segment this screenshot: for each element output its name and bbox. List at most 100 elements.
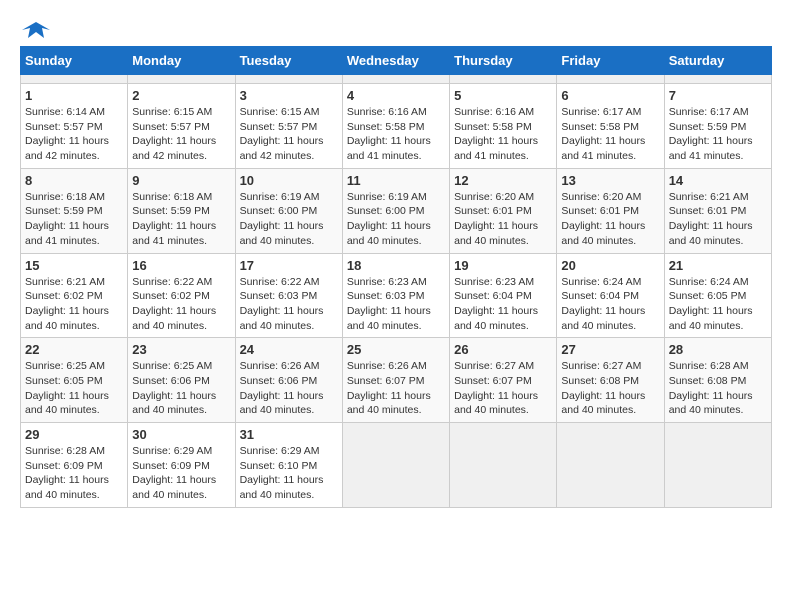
day-of-week-header: Friday: [557, 47, 664, 75]
day-of-week-header: Tuesday: [235, 47, 342, 75]
day-info: Sunrise: 6:23 AMSunset: 6:03 PMDaylight:…: [347, 275, 445, 334]
day-info: Sunrise: 6:26 AMSunset: 6:06 PMDaylight:…: [240, 359, 338, 418]
calendar-day-cell: 9Sunrise: 6:18 AMSunset: 5:59 PMDaylight…: [128, 168, 235, 253]
calendar-table: SundayMondayTuesdayWednesdayThursdayFrid…: [20, 46, 772, 508]
calendar-day-cell: 11 Sunrise: 6:19 AMSunset: 6:00 PMDayligh…: [342, 168, 449, 253]
calendar-day-cell: 20 Sunrise: 6:24 AMSunset: 6:04 PMDayligh…: [557, 253, 664, 338]
day-number: 24: [240, 342, 338, 357]
day-info: Sunrise: 6:29 AMSunset: 6:10 PMDaylight:…: [240, 444, 338, 503]
calendar-week-row: 8 Sunrise: 6:18 AMSunset: 5:59 PMDaylight…: [21, 168, 772, 253]
day-info: Sunrise: 6:18 AMSunset: 5:59 PMDaylight:…: [132, 190, 230, 249]
day-info: Sunrise: 6:28 AMSunset: 6:08 PMDaylight:…: [669, 359, 767, 418]
calendar-day-cell: [557, 423, 664, 508]
day-of-week-header: Saturday: [664, 47, 771, 75]
day-number: 15: [25, 258, 123, 273]
day-info: Sunrise: 6:23 AMSunset: 6:04 PMDaylight:…: [454, 275, 552, 334]
calendar-day-cell: 7 Sunrise: 6:17 AMSunset: 5:59 PMDaylight…: [664, 84, 771, 169]
day-info: Sunrise: 6:25 AMSunset: 6:05 PMDaylight:…: [25, 359, 123, 418]
day-info: Sunrise: 6:19 AMSunset: 6:00 PMDaylight:…: [347, 190, 445, 249]
logo: [20, 20, 50, 36]
day-number: 11: [347, 173, 445, 188]
calendar-week-row: [21, 75, 772, 84]
day-number: 6: [561, 88, 659, 103]
day-of-week-header: Thursday: [450, 47, 557, 75]
calendar-day-cell: [21, 75, 128, 84]
calendar-day-cell: 5Sunrise: 6:16 AMSunset: 5:58 PMDaylight…: [450, 84, 557, 169]
day-info: Sunrise: 6:19 AMSunset: 6:00 PMDaylight:…: [240, 190, 338, 249]
calendar-day-cell: [128, 75, 235, 84]
day-number: 7: [669, 88, 767, 103]
calendar-day-cell: 23Sunrise: 6:25 AMSunset: 6:06 PMDayligh…: [128, 338, 235, 423]
day-of-week-header: Monday: [128, 47, 235, 75]
calendar-day-cell: 22 Sunrise: 6:25 AMSunset: 6:05 PMDayligh…: [21, 338, 128, 423]
day-of-week-header: Wednesday: [342, 47, 449, 75]
calendar-day-cell: 27Sunrise: 6:27 AMSunset: 6:08 PMDayligh…: [557, 338, 664, 423]
day-info: Sunrise: 6:21 AMSunset: 6:02 PMDaylight:…: [25, 275, 123, 334]
day-number: 21: [669, 258, 767, 273]
calendar-week-row: 15 Sunrise: 6:21 AMSunset: 6:02 PMDayligh…: [21, 253, 772, 338]
page-header: [20, 20, 772, 36]
calendar-day-cell: [664, 75, 771, 84]
day-info: Sunrise: 6:16 AMSunset: 5:58 PMDaylight:…: [347, 105, 445, 164]
day-info: Sunrise: 6:26 AMSunset: 6:07 PMDaylight:…: [347, 359, 445, 418]
calendar-day-cell: [450, 423, 557, 508]
day-number: 22: [25, 342, 123, 357]
day-info: Sunrise: 6:22 AMSunset: 6:03 PMDaylight:…: [240, 275, 338, 334]
day-number: 13: [561, 173, 659, 188]
calendar-day-cell: 21Sunrise: 6:24 AMSunset: 6:05 PMDayligh…: [664, 253, 771, 338]
day-info: Sunrise: 6:15 AMSunset: 5:57 PMDaylight:…: [240, 105, 338, 164]
day-info: Sunrise: 6:17 AMSunset: 5:58 PMDaylight:…: [561, 105, 659, 164]
day-number: 1: [25, 88, 123, 103]
calendar-day-cell: 2 Sunrise: 6:15 AMSunset: 5:57 PMDaylight…: [128, 84, 235, 169]
day-of-week-header: Sunday: [21, 47, 128, 75]
day-info: Sunrise: 6:22 AMSunset: 6:02 PMDaylight:…: [132, 275, 230, 334]
calendar-day-cell: 1Sunrise: 6:14 AMSunset: 5:57 PMDaylight…: [21, 84, 128, 169]
day-number: 31: [240, 427, 338, 442]
day-info: Sunrise: 6:27 AMSunset: 6:08 PMDaylight:…: [561, 359, 659, 418]
calendar-day-cell: 19 Sunrise: 6:23 AMSunset: 6:04 PMDayligh…: [450, 253, 557, 338]
calendar-day-cell: [557, 75, 664, 84]
calendar-day-cell: 29 Sunrise: 6:28 AMSunset: 6:09 PMDayligh…: [21, 423, 128, 508]
calendar-day-cell: 12 Sunrise: 6:20 AMSunset: 6:01 PMDayligh…: [450, 168, 557, 253]
day-info: Sunrise: 6:24 AMSunset: 6:04 PMDaylight:…: [561, 275, 659, 334]
day-number: 4: [347, 88, 445, 103]
day-number: 5: [454, 88, 552, 103]
day-number: 18: [347, 258, 445, 273]
calendar-day-cell: 26Sunrise: 6:27 AMSunset: 6:07 PMDayligh…: [450, 338, 557, 423]
calendar-day-cell: 3 Sunrise: 6:15 AMSunset: 5:57 PMDaylight…: [235, 84, 342, 169]
day-number: 8: [25, 173, 123, 188]
calendar-day-cell: 30Sunrise: 6:29 AMSunset: 6:09 PMDayligh…: [128, 423, 235, 508]
day-number: 14: [669, 173, 767, 188]
calendar-day-cell: [342, 75, 449, 84]
calendar-day-cell: 13Sunrise: 6:20 AMSunset: 6:01 PMDayligh…: [557, 168, 664, 253]
calendar-day-cell: 6 Sunrise: 6:17 AMSunset: 5:58 PMDaylight…: [557, 84, 664, 169]
calendar-day-cell: 4 Sunrise: 6:16 AMSunset: 5:58 PMDaylight…: [342, 84, 449, 169]
calendar-day-cell: 18 Sunrise: 6:23 AMSunset: 6:03 PMDayligh…: [342, 253, 449, 338]
day-number: 2: [132, 88, 230, 103]
day-number: 3: [240, 88, 338, 103]
day-number: 16: [132, 258, 230, 273]
day-number: 19: [454, 258, 552, 273]
calendar-day-cell: [342, 423, 449, 508]
day-info: Sunrise: 6:27 AMSunset: 6:07 PMDaylight:…: [454, 359, 552, 418]
calendar-week-row: 29 Sunrise: 6:28 AMSunset: 6:09 PMDayligh…: [21, 423, 772, 508]
calendar-day-cell: [235, 75, 342, 84]
calendar-week-row: 1Sunrise: 6:14 AMSunset: 5:57 PMDaylight…: [21, 84, 772, 169]
day-number: 12: [454, 173, 552, 188]
day-info: Sunrise: 6:15 AMSunset: 5:57 PMDaylight:…: [132, 105, 230, 164]
day-number: 28: [669, 342, 767, 357]
day-info: Sunrise: 6:25 AMSunset: 6:06 PMDaylight:…: [132, 359, 230, 418]
day-info: Sunrise: 6:29 AMSunset: 6:09 PMDaylight:…: [132, 444, 230, 503]
calendar-day-cell: 17Sunrise: 6:22 AMSunset: 6:03 PMDayligh…: [235, 253, 342, 338]
day-info: Sunrise: 6:17 AMSunset: 5:59 PMDaylight:…: [669, 105, 767, 164]
day-info: Sunrise: 6:21 AMSunset: 6:01 PMDaylight:…: [669, 190, 767, 249]
calendar-week-row: 22 Sunrise: 6:25 AMSunset: 6:05 PMDayligh…: [21, 338, 772, 423]
calendar-day-cell: 8Sunrise: 6:18 AMSunset: 5:59 PMDaylight…: [21, 168, 128, 253]
day-number: 29: [25, 427, 123, 442]
day-number: 20: [561, 258, 659, 273]
calendar-day-cell: 14 Sunrise: 6:21 AMSunset: 6:01 PMDayligh…: [664, 168, 771, 253]
calendar-day-cell: 24 Sunrise: 6:26 AMSunset: 6:06 PMDayligh…: [235, 338, 342, 423]
calendar-day-cell: 31 Sunrise: 6:29 AMSunset: 6:10 PMDayligh…: [235, 423, 342, 508]
day-info: Sunrise: 6:28 AMSunset: 6:09 PMDaylight:…: [25, 444, 123, 503]
day-info: Sunrise: 6:20 AMSunset: 6:01 PMDaylight:…: [454, 190, 552, 249]
